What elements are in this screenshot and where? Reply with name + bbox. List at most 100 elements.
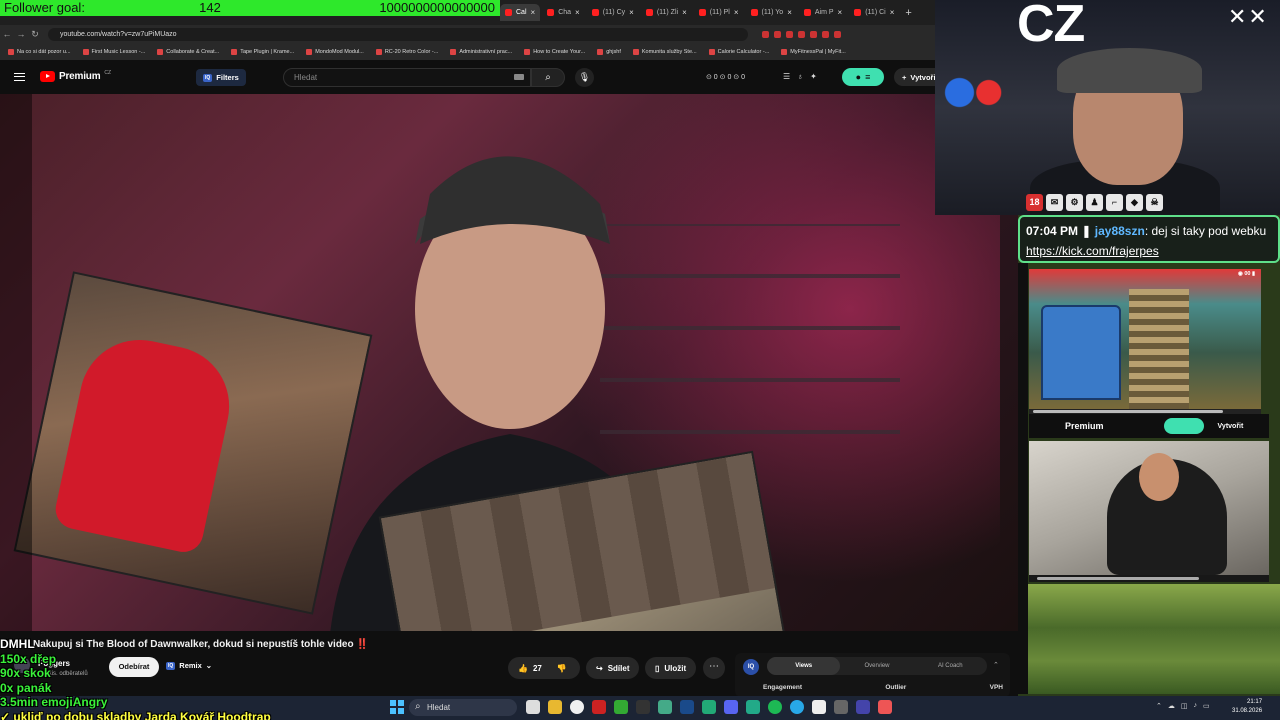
app-icon[interactable] — [812, 700, 826, 714]
bookmark-item[interactable]: MyFitnessPal | MyFit... — [781, 48, 846, 55]
bookmark-item[interactable]: ghjshf — [597, 48, 621, 55]
mini-vidiq-button[interactable] — [1163, 418, 1204, 434]
share-button[interactable]: ↪ Sdílet — [586, 657, 640, 679]
bookmark-item[interactable]: Komunita služby Ste... — [632, 48, 697, 55]
bookmark-item[interactable]: First Music Lesson -... — [82, 48, 145, 55]
browser-tab[interactable]: Cal × — [500, 4, 541, 21]
reload-icon[interactable]: ↻ — [28, 29, 42, 40]
browser-tab[interactable]: (11) Pl × — [694, 4, 744, 21]
browser-tab[interactable]: Cha × — [542, 4, 585, 21]
sparkle-icon[interactable]: ✦ — [810, 72, 817, 81]
steam-icon[interactable] — [680, 700, 694, 714]
bookmark-item[interactable]: Tape Plugin | Krame... — [231, 48, 294, 55]
close-icon[interactable]: × — [734, 8, 739, 17]
network-icon[interactable]: ◫ — [1181, 702, 1188, 710]
extension-icon[interactable] — [834, 30, 841, 38]
close-icon[interactable]: × — [575, 8, 580, 17]
extension-icon[interactable] — [798, 30, 805, 38]
taskbar-clock[interactable]: 21:17 31.08.2026 — [1232, 698, 1262, 716]
bookmark-item[interactable]: How to Create Your... — [524, 48, 585, 55]
youtube-logo[interactable]: Premium CZ — [40, 70, 111, 82]
url-field[interactable]: youtube.com/watch?v=zw7uPiMUazo — [48, 27, 748, 41]
mini-video2-scrollbar[interactable] — [1029, 575, 1269, 582]
save-button[interactable]: ▯ Uložit — [645, 657, 697, 679]
voice-search-button[interactable]: 🎙 — [575, 68, 594, 87]
tab-ai-coach[interactable]: AI Coach — [914, 663, 987, 669]
bookmark-label: Administrativní prac... — [459, 48, 513, 55]
forward-icon[interactable]: → — [14, 29, 28, 39]
chevron-up-icon[interactable]: ⌃ — [993, 661, 999, 669]
back-icon[interactable]: ← — [0, 29, 14, 39]
nvidia-icon[interactable] — [702, 700, 716, 714]
chrome-icon[interactable] — [570, 700, 584, 714]
close-icon[interactable]: × — [629, 8, 634, 17]
extension-icon[interactable] — [810, 30, 817, 38]
volume-icon[interactable]: ♪ — [1194, 702, 1198, 710]
close-icon[interactable]: × — [838, 8, 843, 17]
browser-tab[interactable]: (11) Yo × — [746, 4, 797, 21]
list-icon[interactable]: ☰ — [783, 72, 790, 81]
chat-username[interactable]: jay88szn — [1095, 224, 1145, 238]
app-icon[interactable] — [592, 700, 606, 714]
cloud-icon[interactable]: ☁ — [1168, 702, 1175, 710]
more-button[interactable]: ⋯ — [703, 657, 725, 679]
mini-create-label: Vytvořit — [1217, 422, 1244, 430]
browser-tab[interactable]: (11) Zli × — [641, 4, 692, 21]
extension-icon[interactable] — [786, 30, 793, 38]
thumbs-down-icon[interactable]: 👎 — [557, 664, 567, 673]
battery-icon[interactable]: ▭ — [1203, 702, 1210, 710]
chevron-up-icon[interactable]: ⌃ — [1156, 702, 1162, 710]
search-input[interactable]: Hledat — [283, 68, 531, 87]
column-outlier: Outlier — [885, 684, 907, 691]
chat-link[interactable]: https://kick.com/frajerpes — [1026, 244, 1159, 258]
app-icon[interactable] — [614, 700, 628, 714]
bookmark-item[interactable]: Calorie Calculator -... — [708, 48, 769, 55]
tab-favicon-icon — [505, 9, 512, 16]
app-icon[interactable] — [746, 700, 760, 714]
thumbs-up-icon[interactable]: 👍 — [518, 664, 528, 673]
app-icon[interactable] — [636, 700, 650, 714]
extension-icon[interactable] — [822, 30, 829, 38]
app-icon[interactable] — [834, 700, 848, 714]
close-icon[interactable]: × — [890, 8, 895, 17]
browser-tab[interactable]: (11) Ci × — [849, 4, 899, 21]
bookmark-item[interactable]: Administrativní prac... — [450, 48, 513, 55]
extension-icon[interactable] — [774, 30, 781, 38]
bell-icon[interactable]: ♁ — [797, 72, 803, 81]
right-scrollbar[interactable] — [1018, 263, 1028, 694]
video-player[interactable]: ⛶ — [0, 94, 1018, 631]
keyboard-icon[interactable] — [514, 74, 524, 80]
browser-tab[interactable]: (11) Cy × — [587, 4, 639, 21]
xbox-icon[interactable] — [658, 700, 672, 714]
task-view-icon[interactable] — [526, 700, 540, 714]
windows-start-icon[interactable] — [390, 700, 404, 714]
close-icon[interactable]: × — [682, 8, 687, 17]
bookmark-label: Komunita služby Ste... — [641, 48, 697, 55]
like-dislike-button[interactable]: 👍 27 👎 — [508, 657, 580, 679]
new-tab-icon[interactable]: + — [901, 7, 915, 19]
bookmark-favicon-icon — [306, 48, 313, 55]
bookmark-icon: ▯ — [655, 663, 660, 673]
spotify-icon[interactable] — [768, 700, 782, 714]
browser-tab[interactable]: Aim P × — [799, 4, 847, 21]
file-explorer-icon[interactable] — [548, 700, 562, 714]
bookmark-item[interactable]: Na co si dát pozor u... — [8, 48, 71, 55]
close-icon[interactable]: × — [787, 8, 792, 17]
tab-views[interactable]: Views — [767, 657, 841, 675]
bookmark-item[interactable]: Collaborate & Creat... — [157, 48, 219, 55]
taskbar-search[interactable]: Hledat — [409, 698, 517, 716]
discord-icon[interactable] — [724, 700, 738, 714]
like-count: 27 — [532, 663, 542, 673]
close-icon[interactable]: × — [531, 8, 536, 17]
telegram-icon[interactable] — [790, 700, 804, 714]
bookmark-item[interactable]: MondoMod Modul... — [306, 48, 364, 55]
extension-icon[interactable] — [762, 30, 769, 38]
filters-button[interactable]: IQ Filters — [196, 69, 246, 86]
menu-icon[interactable] — [14, 73, 25, 81]
vidiq-toggle-button[interactable]: ● ≡ — [842, 68, 884, 86]
search-button[interactable]: ⌕ — [531, 68, 565, 87]
tab-overview[interactable]: Overview — [840, 663, 913, 669]
brave-icon[interactable] — [878, 700, 892, 714]
app-icon[interactable] — [856, 700, 870, 714]
bookmark-item[interactable]: RC-20 Retro Color -... — [375, 48, 438, 55]
